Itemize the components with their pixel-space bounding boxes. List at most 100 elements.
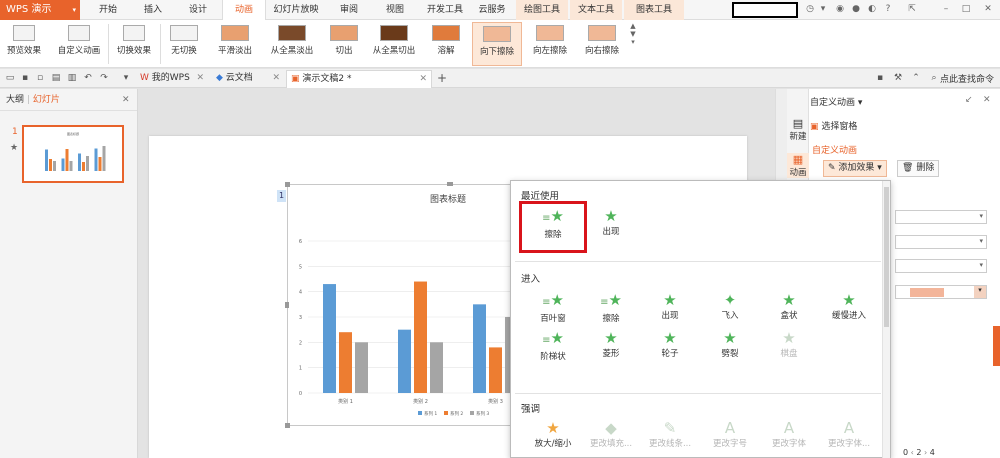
effect-fly-in[interactable]: ✦ 飞入 (700, 291, 760, 327)
undock-icon[interactable]: ↙ (965, 95, 973, 105)
effect-crawl-in[interactable]: ★ 缓慢进入 (819, 291, 879, 327)
tab-presentation2[interactable]: ▣ 演示文稿2 * ✕ (286, 70, 432, 88)
effect-change-font[interactable]: A 更改字体 (759, 419, 819, 455)
effect-stairs[interactable]: ≡★ 阶梯状 (523, 329, 583, 365)
effect-cut-from-black[interactable]: 从全黑切出 (366, 22, 422, 66)
print-icon[interactable]: ▤ (50, 72, 62, 84)
effect-cut[interactable]: 切出 (324, 22, 364, 66)
pane-title[interactable]: 自定义动画 ▾ (810, 95, 862, 108)
effect-change-font-style[interactable]: A 更改字体... (819, 419, 879, 455)
new-button[interactable]: ▤ 新建 (787, 117, 809, 142)
print-preview-icon[interactable]: ▥ (66, 72, 78, 84)
redo-icon[interactable]: ↷ (98, 72, 110, 84)
effect-wheel[interactable]: ★ 轮子 (640, 329, 700, 365)
effect-grow-shrink[interactable]: ★ 放大/缩小 (523, 419, 583, 455)
share-icon[interactable]: ◉ (834, 3, 846, 15)
tab-view[interactable]: 视图 (374, 0, 416, 20)
custom-animation-button[interactable]: 自定义动画 (54, 22, 104, 66)
page-arrow-icon[interactable]: › (924, 448, 927, 457)
switch-effect-button[interactable]: 切换效果 (112, 22, 156, 66)
new-tab-icon[interactable]: + (436, 72, 448, 84)
close-icon[interactable]: ✕ (982, 3, 994, 15)
start-dropdown[interactable]: ▾ (895, 210, 987, 224)
chevron-down-icon[interactable]: ▾ (120, 72, 132, 84)
tab-insert[interactable]: 插入 (131, 0, 175, 20)
app-menu-button[interactable]: WPS 演示 ▾ (0, 0, 80, 20)
effect-dissolve[interactable]: 溶解 (426, 22, 466, 66)
tab-slideshow[interactable]: 幻灯片放映 (268, 0, 324, 20)
animation-side-button[interactable]: ▦ 动画 (787, 153, 809, 178)
tab-cloud-docs[interactable]: ◆ 云文档 ✕ (212, 70, 284, 88)
animation-list-item[interactable]: ▾ (895, 285, 987, 299)
tab-drawing-tools[interactable]: 绘图工具 (516, 0, 568, 20)
close-icon[interactable]: ✕ (419, 71, 427, 88)
effect-wipe-left[interactable]: 向左擦除 (526, 22, 574, 66)
tab-outline[interactable]: 大纲 (6, 95, 24, 105)
effect-change-fill[interactable]: ◆ 更改填充... (581, 419, 641, 455)
close-icon[interactable]: ✕ (196, 70, 204, 87)
tab-developer[interactable]: 开发工具 (420, 0, 470, 20)
effect-wipe-down[interactable]: 向下擦除 (472, 22, 522, 66)
open-folder-icon[interactable]: ▭ (4, 72, 16, 84)
tab-design[interactable]: 设计 (176, 0, 220, 20)
direction-dropdown[interactable]: ▾ (895, 235, 987, 249)
close-icon[interactable]: ✕ (983, 95, 991, 105)
maximize-icon[interactable]: □ (960, 3, 972, 15)
effect-none[interactable]: 无切换 (164, 22, 204, 66)
tab-chart-tools[interactable]: 图表工具 (624, 0, 684, 20)
minimize-icon[interactable]: – (940, 3, 952, 15)
scroll-thumb[interactable] (884, 187, 889, 327)
gallery-scroller[interactable]: ▲ ▼ ▾ (628, 22, 638, 66)
effect-smooth-fade[interactable]: 平滑淡出 (208, 22, 262, 66)
pane-edge-tab[interactable] (993, 326, 1000, 366)
restore-window-icon[interactable]: ⇱ (906, 3, 918, 15)
chevron-down-icon[interactable]: ▾ (817, 3, 829, 15)
effect-wipe-right[interactable]: 向右擦除 (578, 22, 626, 66)
resize-handle[interactable] (447, 182, 453, 186)
page-2[interactable]: 2 (916, 448, 921, 457)
resize-handle[interactable] (285, 302, 289, 308)
skin-icon[interactable]: ◐ (866, 3, 878, 15)
page-arrow-icon[interactable]: ‹ (911, 448, 914, 457)
effect-appear[interactable]: ★ 出现 (640, 291, 700, 327)
effect-checkerboard[interactable]: ★ 棋盘 (759, 329, 819, 365)
effect-recent-wipe[interactable]: ≡★ 擦除 (523, 207, 583, 243)
chevron-down-icon[interactable]: ▾ (974, 286, 986, 298)
effect-change-line[interactable]: ✎ 更改线条... (640, 419, 700, 455)
search-command[interactable]: 点此查找命令 (940, 72, 994, 85)
tab-my-wps[interactable]: W 我的WPS ✕ (136, 70, 208, 88)
export-icon[interactable]: ▫ (34, 72, 46, 84)
tab-text-tools[interactable]: 文本工具 (570, 0, 622, 20)
effect-change-font-size[interactable]: A 更改字号 (700, 419, 760, 455)
effect-blinds[interactable]: ≡★ 百叶窗 (523, 291, 583, 327)
tools-icon[interactable]: ⚒ (892, 72, 904, 84)
add-effect-button[interactable]: ✎ 添加效果 ▾ (823, 160, 887, 177)
page-0[interactable]: 0 (903, 448, 908, 457)
page-4[interactable]: 4 (930, 448, 935, 457)
tab-start[interactable]: 开始 (86, 0, 130, 20)
close-icon[interactable]: ✕ (122, 89, 130, 111)
effect-split[interactable]: ★ 劈裂 (700, 329, 760, 365)
help-icon[interactable]: ? (882, 3, 894, 15)
tab-review[interactable]: 审阅 (328, 0, 370, 20)
select-pane-button[interactable]: ▣ 选择窗格 (810, 119, 857, 132)
menu-scrollbar[interactable] (882, 181, 890, 458)
preview-button[interactable]: 预览效果 (4, 22, 44, 66)
effect-wipe[interactable]: ≡★ 擦除 (581, 291, 641, 327)
clock-icon[interactable]: ◷ (804, 3, 816, 15)
delete-button[interactable]: 🗑 删除 (897, 160, 940, 177)
effect-recent-appear[interactable]: ★ 出现 (581, 207, 641, 243)
tab-cloud[interactable]: 云服务 (472, 0, 512, 20)
chart-object[interactable]: 图表标题 类别 1类别 2类别 3类别 4 0123456 系列 1系列 2系列… (287, 184, 608, 426)
close-icon[interactable]: ✕ (272, 70, 280, 87)
effect-box[interactable]: ★ 盒状 (759, 291, 819, 327)
resize-handle[interactable] (285, 423, 290, 428)
tab-animation[interactable]: 动画 (222, 0, 266, 20)
resize-handle[interactable] (285, 182, 290, 187)
collapse-icon[interactable]: ⌃ (910, 72, 922, 84)
speed-dropdown[interactable]: ▾ (895, 259, 987, 273)
save-icon[interactable]: ▪ (19, 72, 31, 84)
settings-icon[interactable]: ● (850, 3, 862, 15)
undo-icon[interactable]: ↶ (82, 72, 94, 84)
effect-fade-from-black[interactable]: 从全黑淡出 (264, 22, 320, 66)
